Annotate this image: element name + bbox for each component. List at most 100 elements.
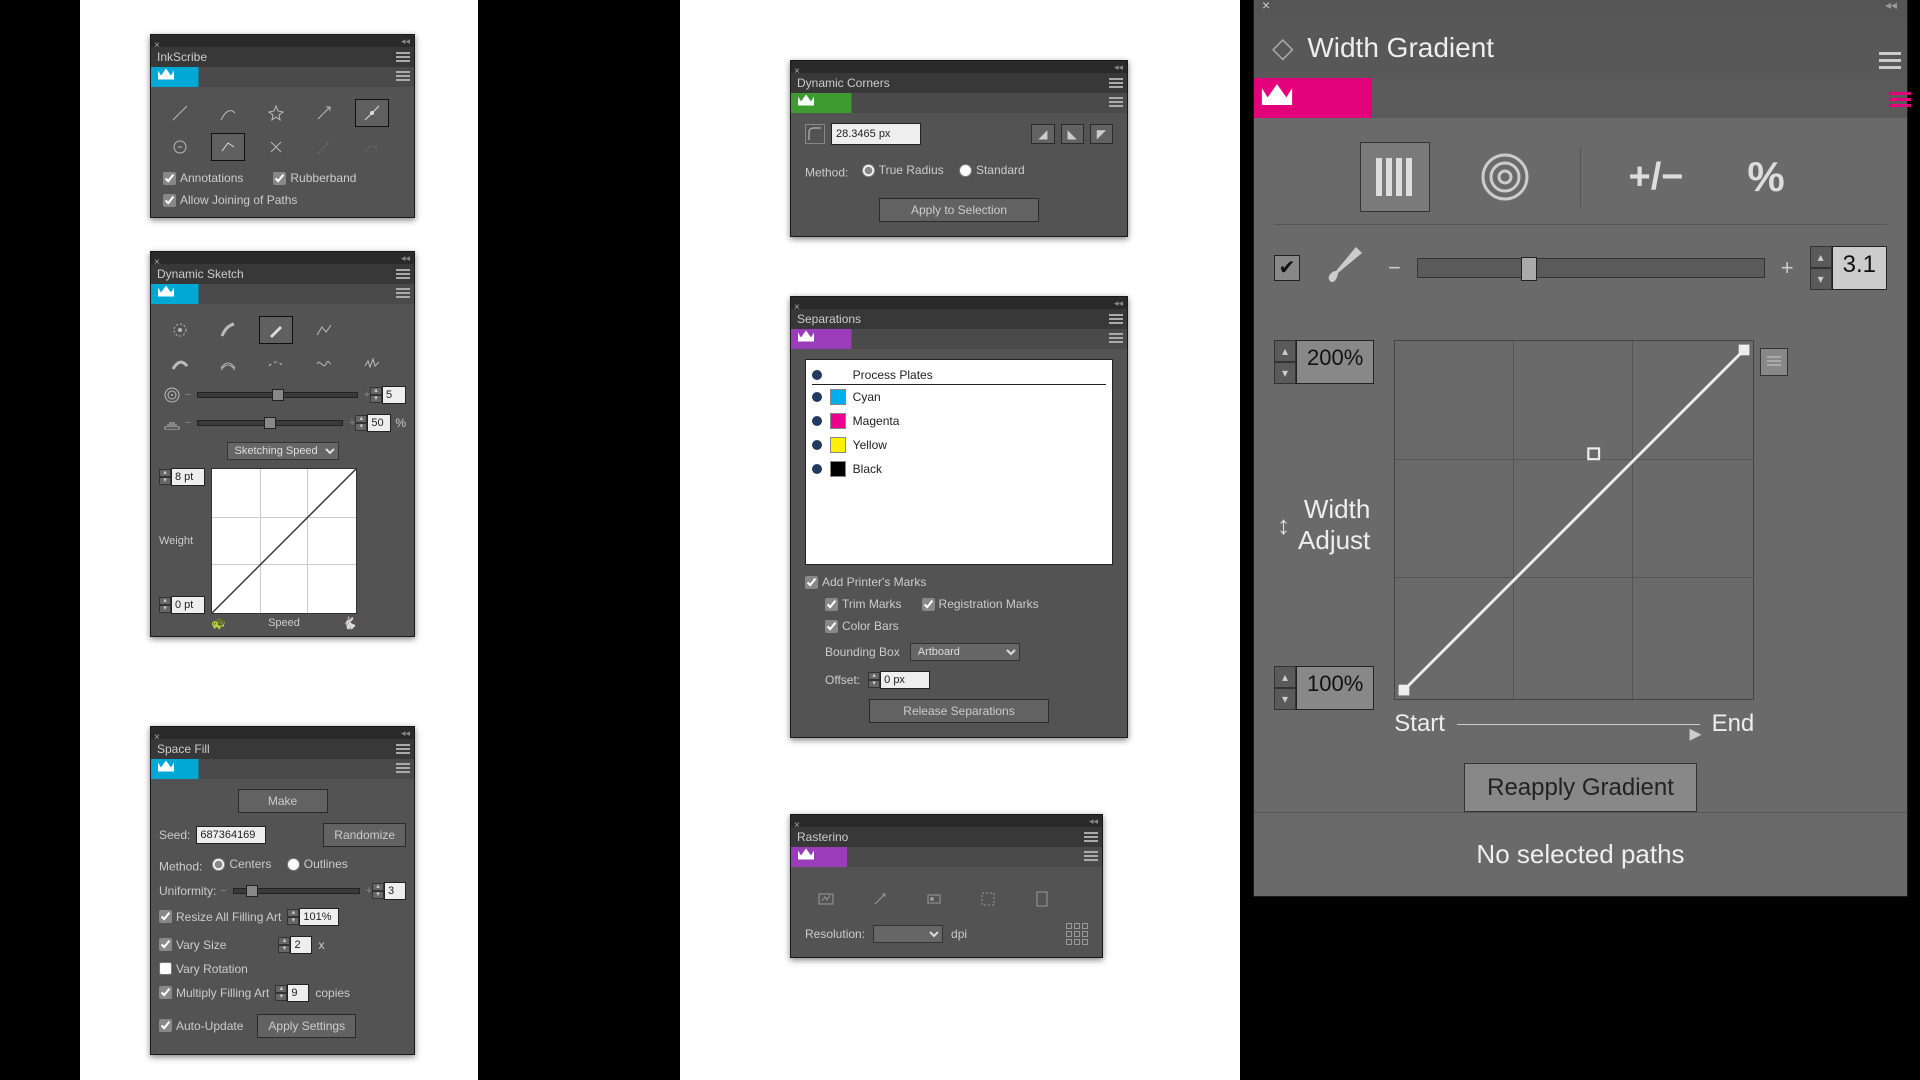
multiply-spinner[interactable]: ▴▾ [275, 985, 287, 1001]
brand-menu-icon[interactable] [1889, 89, 1903, 107]
tool-arrow[interactable] [307, 99, 341, 127]
brush-spinner[interactable]: ▴▾ [1810, 246, 1832, 290]
registration-marks-checkbox[interactable]: Registration Marks [922, 597, 1039, 611]
mode-plusminus-icon[interactable]: +/− [1621, 142, 1691, 212]
brand-menu-icon[interactable] [1084, 848, 1098, 866]
smooth-slider[interactable] [197, 420, 342, 426]
corner-style-3[interactable]: ◤ [1090, 124, 1113, 144]
panel-menu-icon[interactable] [396, 268, 410, 280]
collapse-icon[interactable]: ◂◂ [401, 36, 410, 47]
mode-percent-icon[interactable]: % [1731, 142, 1801, 212]
collapse-icon[interactable]: ◂◂ [1089, 816, 1098, 827]
lower-pct-spinner[interactable]: ▴▾ [1274, 666, 1296, 710]
accuracy-spinner[interactable]: ▴▾ [370, 387, 382, 403]
multiply-checkbox[interactable]: Multiply Filling Art [159, 986, 269, 1000]
mode-radial-icon[interactable] [1470, 142, 1540, 212]
auto-update-checkbox[interactable]: Auto-Update [159, 1019, 243, 1033]
panel-menu-icon[interactable] [1109, 313, 1123, 325]
tool-trim[interactable] [971, 885, 1005, 913]
allow-join-checkbox[interactable]: Allow Joining of Paths [159, 193, 406, 207]
smooth-spinner[interactable]: ▴▾ [355, 415, 367, 431]
trim-marks-checkbox[interactable]: Trim Marks [825, 597, 902, 611]
panel-menu-icon[interactable] [396, 51, 410, 63]
apply-selection-button[interactable]: Apply to Selection [879, 198, 1039, 222]
vary-size-spinner[interactable]: ▴▾ [278, 937, 290, 953]
tool-ghost1[interactable] [307, 133, 341, 161]
bottom-pt-spinner[interactable]: ▴▾ [159, 597, 171, 613]
true-radius-radio[interactable]: True Radius [862, 163, 944, 177]
speed-preset-select[interactable]: Sketching Speed [227, 442, 339, 460]
tool-close-x[interactable] [259, 133, 293, 161]
vary-rotation-checkbox[interactable]: Vary Rotation [159, 962, 406, 976]
apply-settings-button[interactable]: Apply Settings [257, 1014, 356, 1038]
tool-embed[interactable] [809, 885, 843, 913]
upper-pct-spinner[interactable]: ▴▾ [1274, 340, 1296, 384]
speed-weight-graph[interactable] [211, 468, 357, 614]
brush-value[interactable]: 3.1 [1832, 246, 1887, 290]
release-button[interactable]: Release Separations [869, 699, 1049, 723]
plates-list[interactable]: Process Plates Cyan Magenta Yellow Black [805, 359, 1113, 565]
vary-size-input[interactable] [290, 936, 312, 954]
plate-row[interactable]: Magenta [812, 409, 1106, 433]
bottom-pt-input[interactable] [171, 596, 205, 614]
multiply-input[interactable] [287, 984, 309, 1002]
brand-menu-icon[interactable] [396, 285, 410, 303]
tool-stroke5[interactable] [355, 350, 389, 378]
tool-relink[interactable] [863, 885, 897, 913]
tool-stroke4[interactable] [307, 350, 341, 378]
accuracy-slider[interactable] [197, 392, 357, 398]
tool-brush[interactable] [211, 316, 245, 344]
tool-retract[interactable] [163, 133, 197, 161]
resize-checkbox[interactable]: Resize All Filling Art [159, 910, 281, 924]
tool-star[interactable] [259, 99, 293, 127]
panel-menu-icon[interactable] [1109, 77, 1123, 89]
grid-icon[interactable] [1066, 923, 1088, 945]
tool-target[interactable] [163, 316, 197, 344]
tool-crop[interactable] [917, 885, 951, 913]
rubberband-checkbox[interactable]: Rubberband [273, 171, 356, 185]
brand-menu-icon[interactable] [396, 760, 410, 778]
method-outlines-radio[interactable]: Outlines [287, 857, 348, 871]
brand-menu-icon[interactable] [1109, 330, 1123, 348]
seed-input[interactable] [196, 826, 266, 844]
plate-row[interactable]: Yellow [812, 433, 1106, 457]
tool-stroke3[interactable] [259, 350, 293, 378]
uniformity-spinner[interactable]: ▴▾ [372, 883, 384, 899]
tool-polyline[interactable] [307, 316, 341, 344]
uniformity-input[interactable] [384, 882, 406, 900]
brush-size-slider[interactable] [1417, 258, 1765, 278]
graph-menu-icon[interactable] [1760, 348, 1788, 376]
brand-menu-icon[interactable] [396, 68, 410, 86]
collapse-icon[interactable]: ◂◂ [1885, 0, 1897, 12]
bbox-select[interactable]: Artboard [910, 643, 1020, 661]
collapse-icon[interactable]: ◂◂ [401, 253, 410, 264]
randomize-button[interactable]: Randomize [323, 823, 406, 847]
radius-input[interactable] [831, 123, 921, 145]
collapse-icon[interactable]: ◂◂ [1114, 298, 1123, 309]
mode-linear-icon[interactable] [1360, 142, 1430, 212]
gradient-graph[interactable] [1394, 340, 1754, 700]
panel-menu-icon[interactable] [1879, 37, 1893, 69]
top-pt-spinner[interactable]: ▴▾ [159, 469, 171, 485]
reapply-button[interactable]: Reapply Gradient [1464, 763, 1697, 812]
resolution-select[interactable] [873, 925, 943, 943]
method-centers-radio[interactable]: Centers [212, 857, 271, 871]
tool-ghost2[interactable] [355, 133, 389, 161]
offset-input[interactable] [880, 671, 930, 689]
collapse-icon[interactable]: ◂◂ [1114, 62, 1123, 73]
enable-brush-checkbox[interactable]: ✔ [1274, 255, 1300, 281]
make-button[interactable]: Make [238, 789, 328, 813]
uniformity-slider[interactable] [233, 888, 360, 894]
accuracy-input[interactable] [382, 386, 406, 404]
close-icon[interactable]: × [1262, 0, 1270, 13]
tool-edit[interactable] [1025, 885, 1059, 913]
tool-anchor[interactable] [355, 99, 389, 127]
corner-style-2[interactable]: ◣ [1061, 124, 1084, 144]
resize-spinner[interactable]: ▴▾ [287, 909, 299, 925]
standard-radio[interactable]: Standard [959, 163, 1025, 177]
color-bars-checkbox[interactable]: Color Bars [825, 619, 1113, 633]
offset-spinner[interactable]: ▴▾ [868, 672, 880, 688]
corner-style-1[interactable]: ◢ [1031, 124, 1054, 144]
collapse-icon[interactable]: ◂◂ [401, 728, 410, 739]
top-pt-input[interactable] [171, 468, 205, 486]
